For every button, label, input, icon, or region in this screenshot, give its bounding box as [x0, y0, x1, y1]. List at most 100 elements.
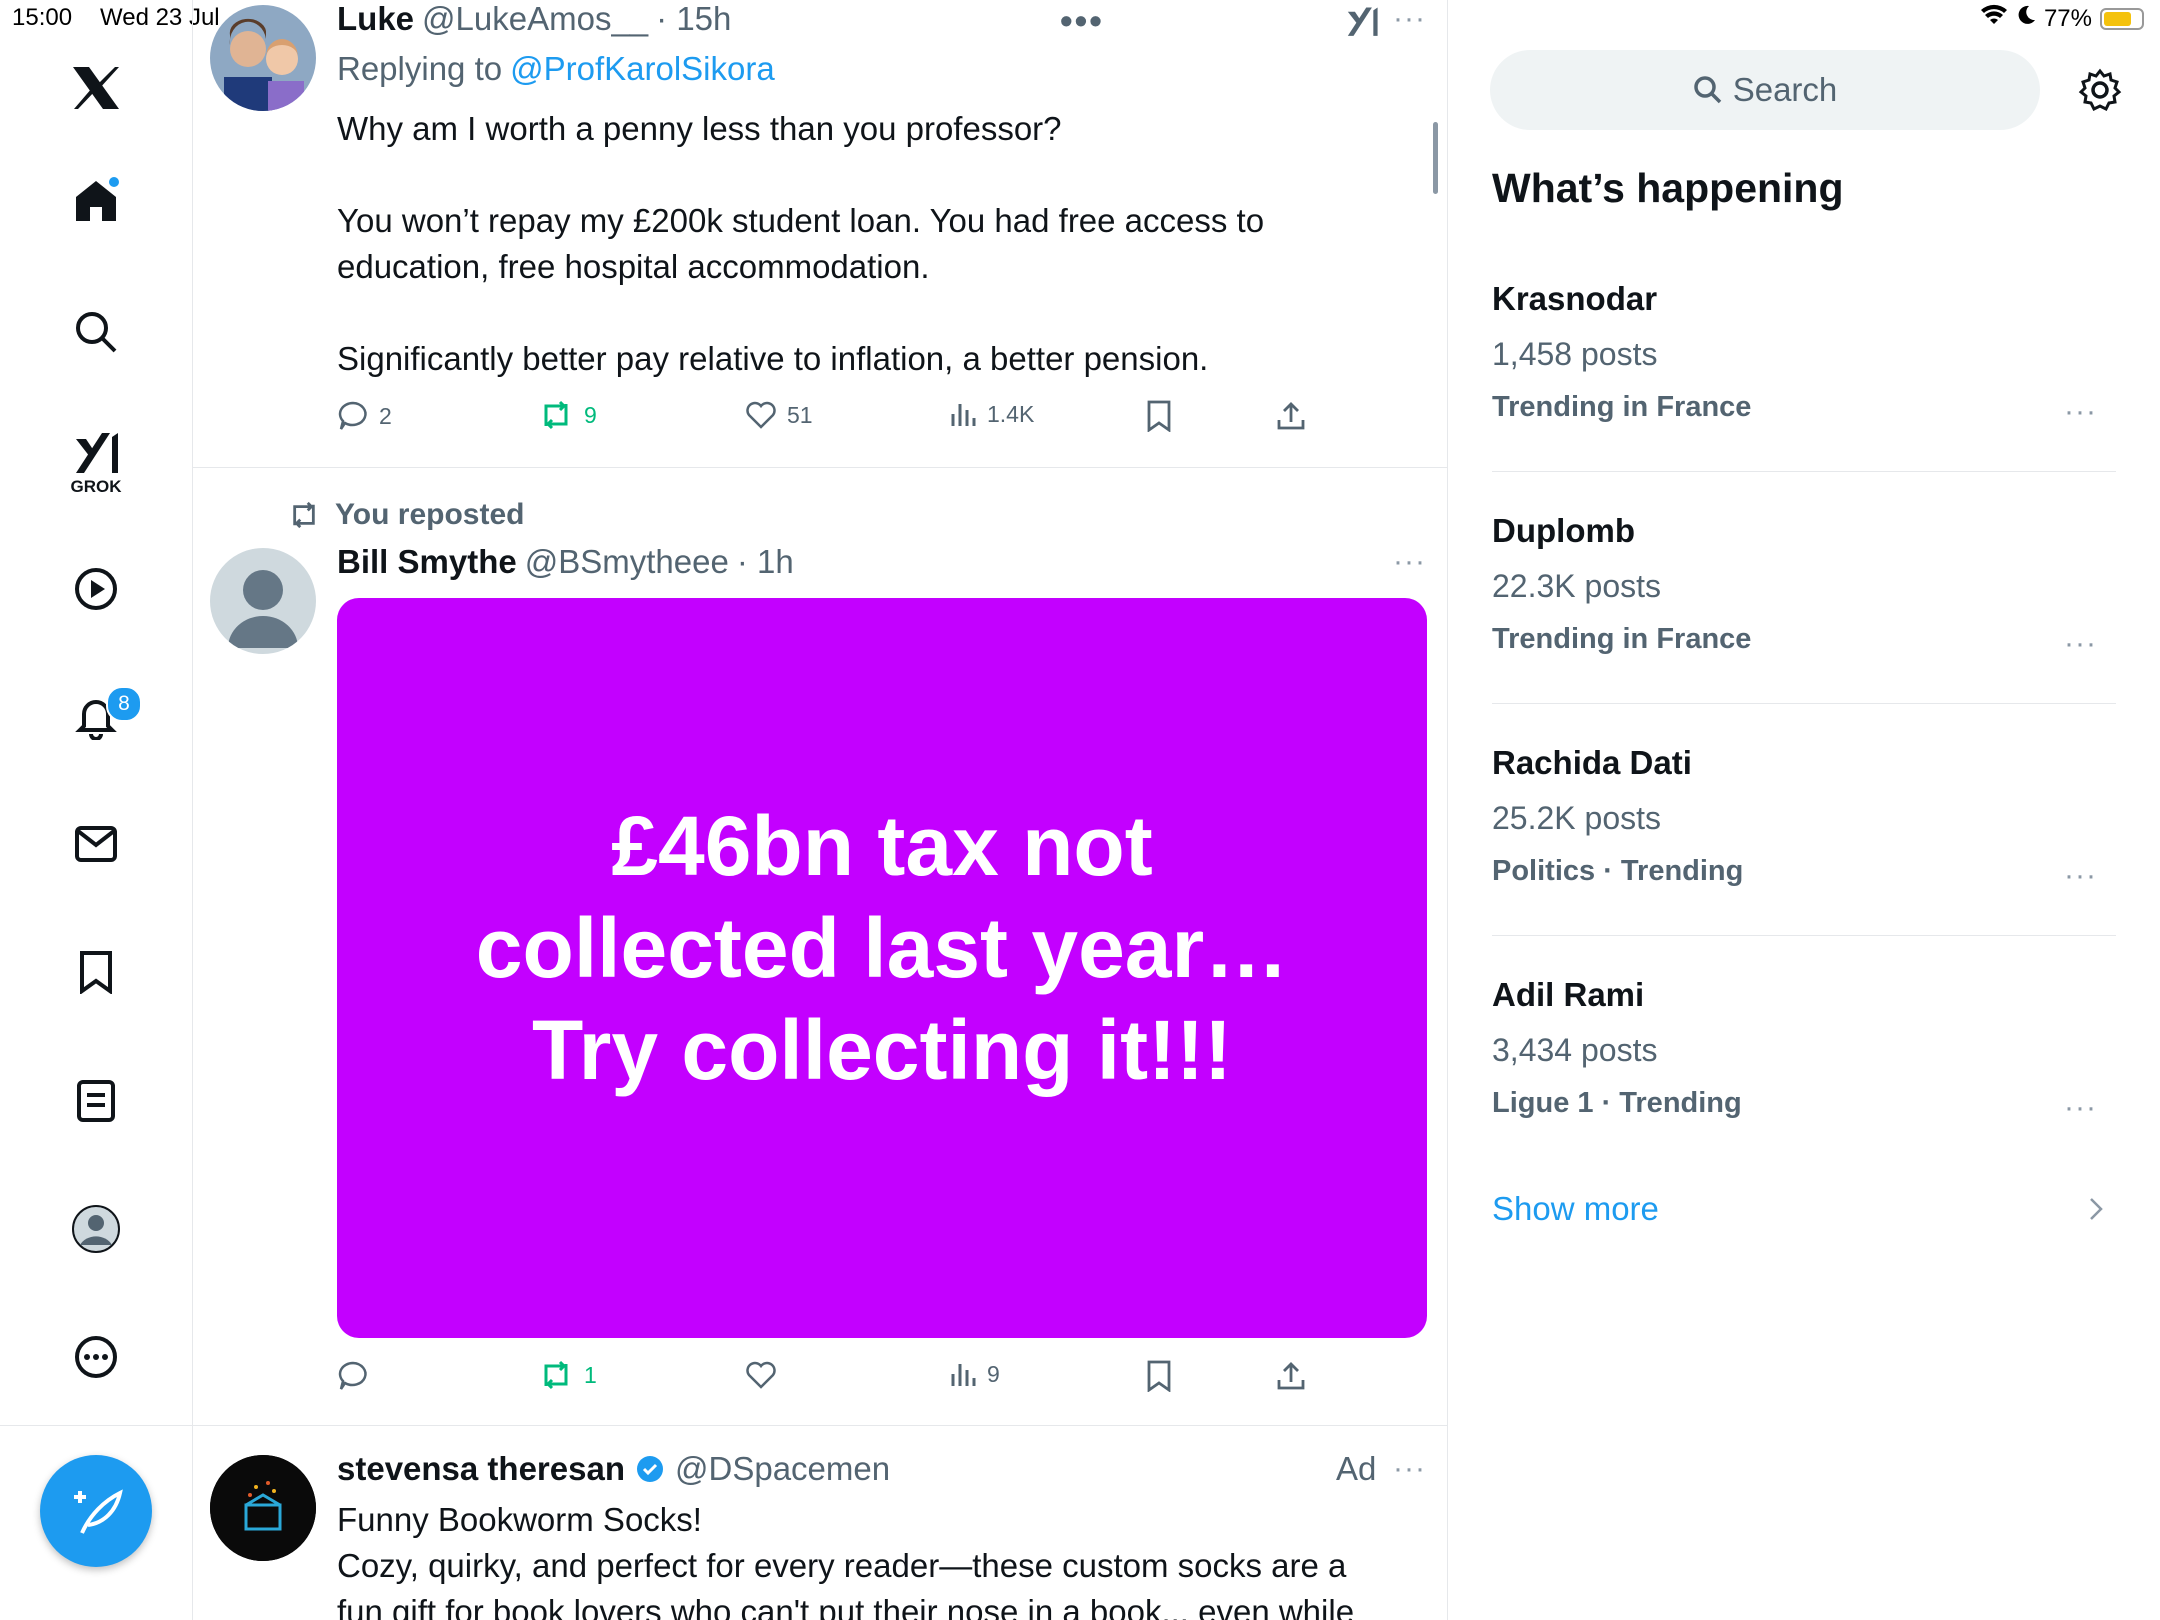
- tweet3-author-handle[interactable]: @DSpacemen: [675, 1450, 890, 1488]
- tweet3-line-1: Funny Bookworm Socks!: [337, 1501, 702, 1538]
- grok-action-icon[interactable]: [1345, 4, 1379, 43]
- tweet2-more-icon[interactable]: ···: [1393, 545, 1426, 579]
- trend-title: Duplomb: [1492, 512, 1635, 549]
- more-options-icon[interactable]: [70, 1331, 122, 1383]
- tweet2-view-count: 9: [987, 1360, 1000, 1387]
- replying-to-label: Replying to: [337, 50, 503, 87]
- trend-item[interactable]: Rachida Dati 25.2K posts Politics · Tren…: [1492, 744, 1743, 888]
- search-icon[interactable]: [70, 306, 122, 358]
- trend-title: Adil Rami: [1492, 976, 1645, 1013]
- compose-post-button[interactable]: [40, 1455, 152, 1567]
- bookmarks-icon[interactable]: [70, 946, 122, 998]
- trend-more-icon[interactable]: ···: [2064, 395, 2097, 429]
- search-placeholder: Search: [1732, 71, 1838, 108]
- grok-label: GROK: [70, 477, 122, 496]
- tweet1-author-name[interactable]: Luke: [337, 0, 414, 38]
- search-icon: [1693, 76, 1721, 104]
- battery-percent: 77%: [2043, 4, 2092, 32]
- battery-icon: [2100, 7, 2144, 30]
- profile-avatar-icon[interactable]: [70, 1203, 122, 1255]
- tweet1-like-count: 51: [787, 401, 813, 428]
- tweet2-repost-count: 1: [584, 1361, 597, 1388]
- drag-handle-dots-icon[interactable]: •••: [1060, 0, 1104, 42]
- tweet1-author-handle[interactable]: @LukeAmos__: [422, 0, 648, 38]
- tweet1-repost-button[interactable]: 9: [538, 400, 597, 430]
- repost-context-label: You reposted: [335, 498, 525, 531]
- status-indicators: 77%: [1980, 4, 2144, 33]
- tweet1-reply-count: 2: [379, 402, 392, 429]
- reply-icon: [338, 1361, 367, 1390]
- tweet2-repost-button[interactable]: 1: [538, 1360, 597, 1390]
- notifications-badge: 8: [106, 686, 142, 722]
- tweet2-reply-button[interactable]: [337, 1360, 369, 1392]
- tweet2-share-button[interactable]: [1275, 1360, 1307, 1392]
- feather-plus-icon: [74, 1489, 123, 1534]
- repost-icon: [544, 400, 568, 430]
- tweet3-line-3: fun gift for book lovers who can't put t…: [337, 1593, 1355, 1620]
- trend-divider: [1492, 471, 2116, 472]
- messages-envelope-icon[interactable]: [70, 818, 122, 870]
- trend-more-icon[interactable]: ···: [2064, 1091, 2097, 1125]
- moon-icon: [2016, 4, 2036, 33]
- trend-item[interactable]: Duplomb 22.3K posts Trending in France: [1492, 512, 1751, 656]
- tweet1-reply-button[interactable]: 2: [337, 400, 392, 432]
- tweet3-text[interactable]: Funny Bookworm Socks! Cozy, quirky, and …: [337, 1497, 1427, 1620]
- tweet1-paragraph-3: Significantly better pay relative to inf…: [337, 340, 1209, 377]
- reply-icon: [338, 401, 367, 430]
- show-more-link[interactable]: Show more: [1492, 1190, 1659, 1228]
- tweet3-more-icon[interactable]: ···: [1393, 1452, 1426, 1486]
- heart-icon: [746, 1361, 776, 1389]
- tweet1-view-count: 1.4K: [987, 400, 1035, 427]
- home-icon[interactable]: [70, 175, 122, 227]
- replying-to-handle[interactable]: @ProfKarolSikora: [510, 50, 775, 88]
- tweet2-time: · 1h: [736, 543, 794, 580]
- tweet2-bookmark-button[interactable]: [1146, 1360, 1172, 1392]
- chevron-right-icon[interactable]: [2088, 1196, 2104, 1227]
- tweet2-views-button[interactable]: 9: [949, 1360, 1000, 1388]
- dspacemen-avatar[interactable]: [210, 1455, 316, 1561]
- lists-icon[interactable]: [70, 1075, 122, 1127]
- grok-icon[interactable]: GROK: [70, 425, 122, 501]
- trend-item[interactable]: Adil Rami 3,434 posts Ligue 1 · Trending: [1492, 976, 1742, 1120]
- video-play-icon[interactable]: [70, 563, 122, 615]
- trend-item[interactable]: Krasnodar 1,458 posts Trending in France: [1492, 280, 1751, 424]
- tweet2-media-image[interactable]: £46bn tax not collected last year… Try c…: [337, 598, 1427, 1338]
- trend-context: Politics · Trending: [1492, 855, 1744, 887]
- trend-count: 25.2K posts: [1492, 800, 1661, 836]
- trend-divider: [1492, 935, 2116, 936]
- luke-avatar[interactable]: [210, 5, 316, 111]
- search-bar[interactable]: Search: [1490, 50, 2040, 130]
- share-icon: [1277, 402, 1305, 430]
- trend-more-icon[interactable]: ···: [2064, 859, 2097, 893]
- bookmark-icon: [1147, 1360, 1171, 1392]
- settings-gear-icon[interactable]: [2078, 68, 2122, 117]
- wifi-icon: [1980, 4, 2008, 33]
- tweet2-author-handle[interactable]: @BSmytheee: [525, 543, 729, 581]
- bill-avatar[interactable]: [210, 548, 316, 654]
- tweet1-bookmark-button[interactable]: [1146, 400, 1172, 432]
- tweet1-views-button[interactable]: 1.4K: [949, 400, 1034, 428]
- tweet1-like-button[interactable]: 51: [745, 400, 813, 430]
- tweet3-author-name[interactable]: stevensa theresan: [337, 1450, 625, 1488]
- whats-happening-heading: What’s happening: [1492, 165, 1844, 211]
- trend-title: Rachida Dati: [1492, 744, 1692, 781]
- repost-context: You reposted: [287, 498, 524, 532]
- feed-scrollbar[interactable]: [1433, 122, 1438, 194]
- tweet2-like-button[interactable]: [745, 1360, 777, 1390]
- tweet2-author-name[interactable]: Bill Smythe: [337, 543, 517, 581]
- tweet-divider: [193, 1425, 1447, 1426]
- nav-divider: [0, 1425, 192, 1426]
- tweet1-more-icon[interactable]: ···: [1393, 2, 1426, 36]
- timeline-feed[interactable]: Luke @LukeAmos__ · 15h ••• ··· Replying …: [193, 0, 1448, 1620]
- tweet1-time: · 15h: [656, 0, 732, 37]
- tweet1-share-button[interactable]: [1275, 400, 1307, 432]
- heart-icon: [746, 401, 776, 429]
- tweet1-text[interactable]: Why am I worth a penny less than you pro…: [337, 106, 1397, 382]
- trend-context: Trending in France: [1492, 623, 1752, 655]
- verified-badge-icon: [637, 1456, 663, 1482]
- x-logo-icon[interactable]: [70, 62, 122, 114]
- tweet1-repost-count: 9: [584, 401, 597, 428]
- tweet1-paragraph-1: Why am I worth a penny less than you pro…: [337, 110, 1062, 147]
- trend-more-icon[interactable]: ···: [2064, 627, 2097, 661]
- left-navigation: GROK 8: [0, 0, 193, 1620]
